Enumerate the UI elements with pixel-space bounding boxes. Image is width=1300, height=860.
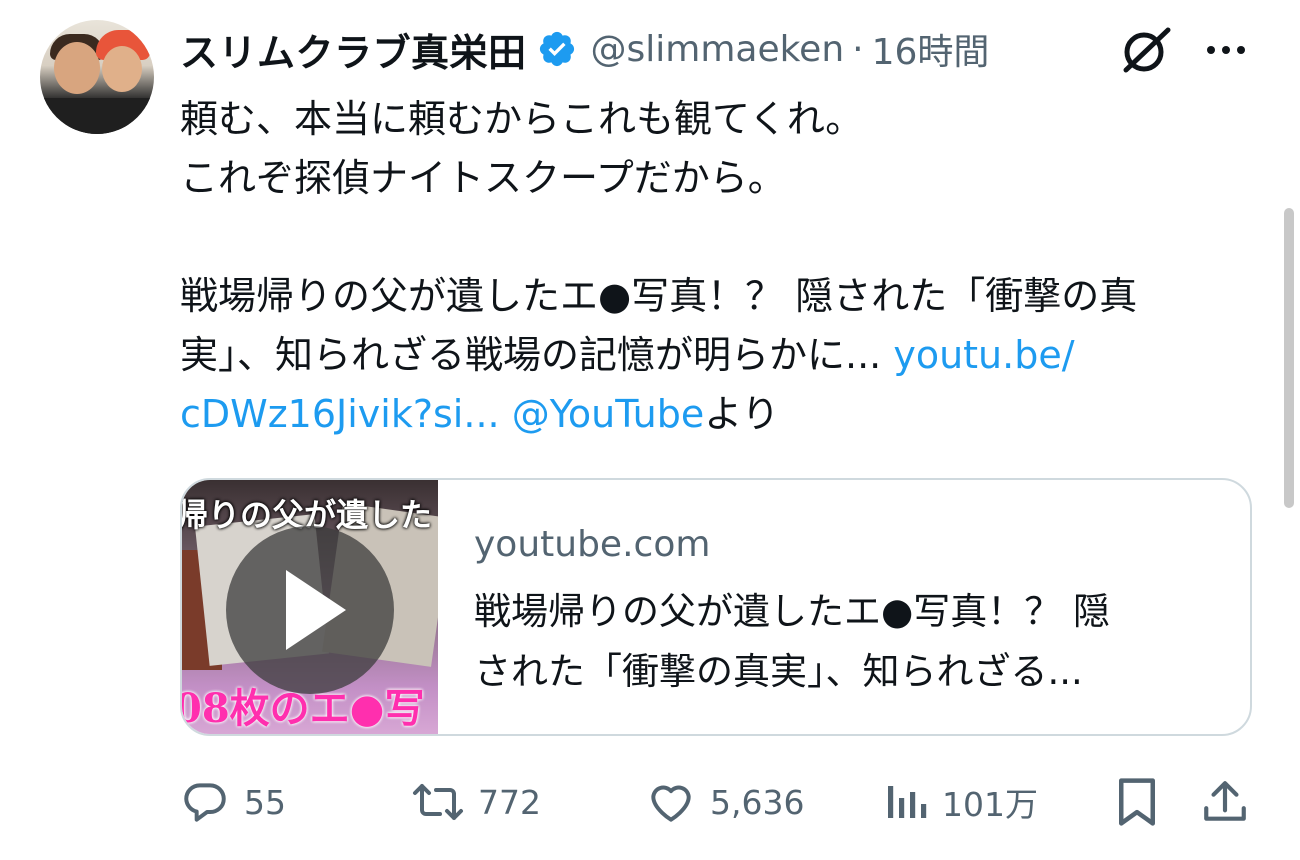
youtube-link-continued[interactable]: cDWz16Jivik?si... <box>180 392 500 436</box>
tweet-header: スリムクラブ真栄田 @slimmaeken · 16時間 <box>180 22 989 76</box>
card-domain: youtube.com <box>474 524 711 565</box>
separator-dot: · <box>852 28 864 70</box>
like-count: 5,636 <box>710 782 805 822</box>
more-icon[interactable] <box>1200 26 1252 74</box>
bookmark-button[interactable] <box>1114 770 1160 834</box>
link-card[interactable]: 帰りの父が遺した 08枚のエ●写 youtube.com 戦場帰りの父が遺したエ… <box>180 478 1252 736</box>
reply-count: 55 <box>244 782 286 822</box>
play-icon[interactable] <box>226 526 394 694</box>
scrollbar[interactable] <box>1284 208 1294 508</box>
avatar-face-right <box>102 46 142 92</box>
verified-badge-icon[interactable] <box>537 29 577 69</box>
reply-icon <box>184 783 226 822</box>
retweet-button[interactable]: 772 <box>412 770 541 834</box>
avatar[interactable] <box>40 20 154 134</box>
tweet-text-line: 実」、知られざる戦場の記憶が明らかに... youtu.be/ <box>180 326 1270 385</box>
more-dot <box>1237 46 1245 54</box>
more-dot <box>1207 46 1215 54</box>
more-dot <box>1222 46 1230 54</box>
reply-button[interactable]: 55 <box>180 770 286 834</box>
views-icon <box>888 786 927 818</box>
view-count: 101万 <box>942 785 1038 824</box>
youtube-mention[interactable]: @YouTube <box>512 392 705 436</box>
share-icon <box>1204 781 1246 821</box>
tweet-text: 頼む、本当に頼むからこれも観てくれ。 これぞ探偵ナイトスクープだから。 戦場帰り… <box>180 90 1270 444</box>
video-thumbnail[interactable]: 帰りの父が遺した 08枚のエ●写 <box>182 480 438 734</box>
like-button[interactable]: 5,636 <box>646 770 804 834</box>
tweet-text-line: 頼む、本当に頼むからこれも観てくれ。 <box>180 97 864 141</box>
tweet-text-line: cDWz16Jivik?si... @YouTubeより <box>180 385 1270 444</box>
retweet-count: 772 <box>478 782 541 822</box>
action-bar: 55 772 5,636 101万 <box>0 770 1300 834</box>
youtube-link[interactable]: youtu.be/ <box>893 333 1074 377</box>
display-name[interactable]: スリムクラブ真栄田 <box>180 22 527 77</box>
tweet-text-segment: より <box>704 392 780 436</box>
tweet-text-line: これぞ探偵ナイトスクープだから。 <box>180 156 786 200</box>
card-title-line: された「衝撃の真実」、知られざる... <box>474 650 1083 693</box>
views-button[interactable]: 101万 <box>884 770 1038 834</box>
retweet-icon <box>413 784 463 820</box>
card-title: 戦場帰りの父が遺したエ●写真！？ 隠 された「衝撃の真実」、知られざる... <box>474 582 1234 702</box>
user-handle[interactable]: @slimmaeken <box>591 29 845 70</box>
avatar-body <box>40 98 154 134</box>
heart-icon <box>651 785 691 822</box>
avatar-face-left <box>54 42 100 94</box>
share-button[interactable] <box>1200 770 1250 834</box>
card-title-line: 戦場帰りの父が遺したエ●写真！？ 隠 <box>474 590 1111 633</box>
bookmark-icon <box>1119 778 1155 826</box>
tweet-text-line: 戦場帰りの父が遺したエ●写真！？ 隠された「衝撃の真 <box>180 274 1138 318</box>
tweet: スリムクラブ真栄田 @slimmaeken · 16時間 頼む、本当に頼むからこ… <box>0 0 1300 860</box>
tweet-text-segment: 実」、知られざる戦場の記憶が明らかに... <box>180 333 894 377</box>
grok-icon[interactable] <box>1118 24 1174 76</box>
tweet-timestamp[interactable]: 16時間 <box>872 23 990 75</box>
